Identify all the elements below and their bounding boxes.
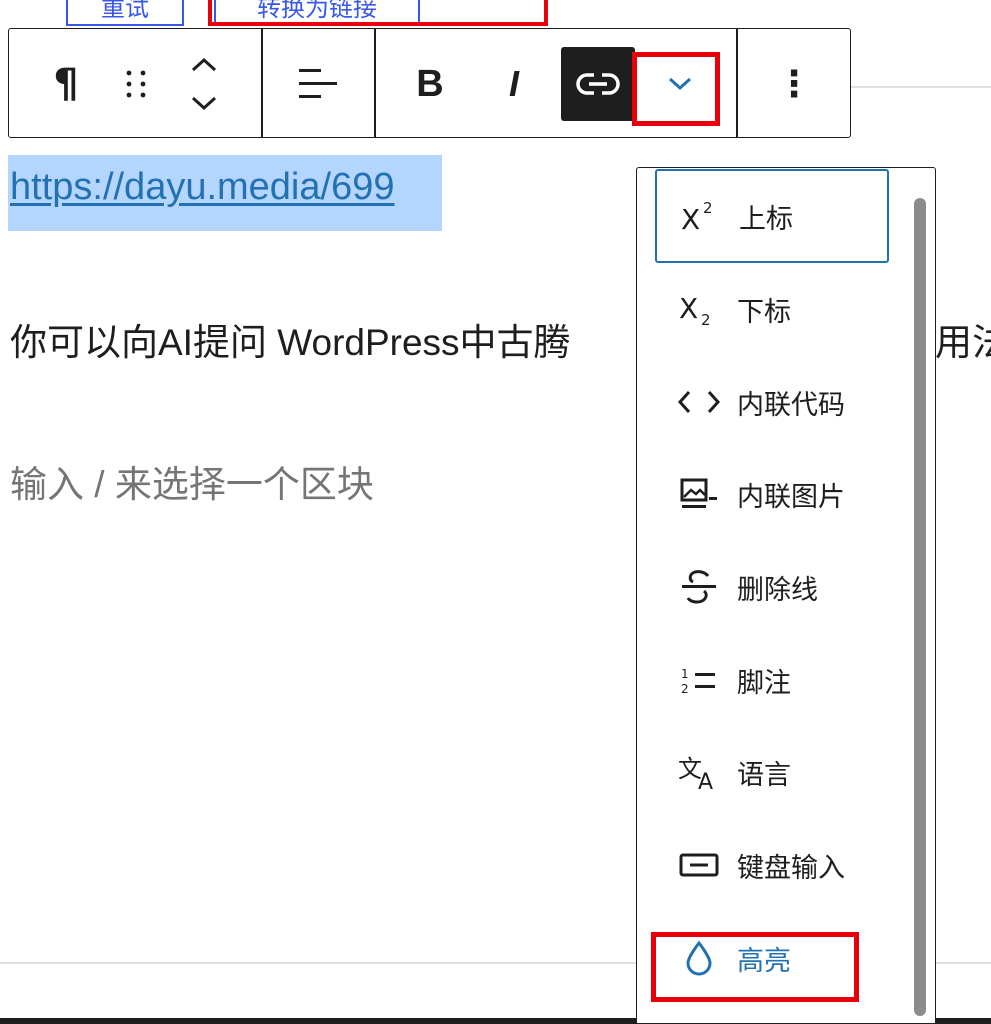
menu-item-footnote[interactable]: 1 2 脚注 xyxy=(655,633,889,727)
menu-item-label: 键盘输入 xyxy=(737,852,845,884)
retry-button[interactable]: 重试 xyxy=(66,0,184,26)
annotation-red-frame xyxy=(208,0,548,26)
bold-icon: B xyxy=(416,62,444,105)
bold-button[interactable]: B xyxy=(393,47,467,121)
block-toolbar: ¶ B I ⋮ xyxy=(8,28,851,138)
menu-item-superscript[interactable]: X 2 上标 xyxy=(655,169,889,263)
code-icon xyxy=(667,387,731,417)
drag-icon xyxy=(126,70,146,98)
divider xyxy=(851,86,991,88)
svg-text:1: 1 xyxy=(681,667,689,681)
link-text[interactable]: https://dayu.media/699 xyxy=(10,166,394,209)
link-button[interactable] xyxy=(561,47,635,121)
menu-item-label: 内联图片 xyxy=(737,481,845,513)
block-placeholder[interactable]: 输入 / 来选择一个区块 xyxy=(10,454,374,508)
menu-item-label: 内联代码 xyxy=(737,389,845,421)
paragraph-text[interactable]: 你可以向AI提问 WordPress中古腾 xyxy=(10,312,571,366)
menu-item-label: 语言 xyxy=(737,759,791,791)
menu-item-label: 脚注 xyxy=(737,667,791,699)
top-button-strip: 重试 转换为链接 xyxy=(0,0,991,28)
menu-item-subscript[interactable]: X 2 下标 xyxy=(655,262,889,356)
superscript-icon: X 2 xyxy=(669,199,733,233)
svg-text:X: X xyxy=(679,292,698,325)
options-button[interactable]: ⋮ xyxy=(757,47,831,121)
paragraph-icon: ¶ xyxy=(53,61,79,107)
menu-item-label: 删除线 xyxy=(737,574,818,606)
menu-item-inline-code[interactable]: 内联代码 xyxy=(655,355,889,449)
move-up-down-button[interactable] xyxy=(169,47,239,121)
menu-item-keyboard-input[interactable]: 键盘输入 xyxy=(655,818,889,912)
svg-text:2: 2 xyxy=(701,311,711,326)
menu-item-label: 下标 xyxy=(737,296,791,328)
align-left-icon xyxy=(299,69,337,98)
toolbar-separator xyxy=(736,29,738,137)
svg-text:2: 2 xyxy=(703,199,713,217)
svg-text:X: X xyxy=(681,203,700,233)
menu-item-strikethrough[interactable]: 删除线 xyxy=(655,540,889,634)
menu-item-label: 上标 xyxy=(739,203,793,235)
menu-item-language[interactable]: 文 A 语言 xyxy=(655,725,889,819)
keyboard-input-icon xyxy=(667,850,731,880)
drag-handle[interactable] xyxy=(101,47,171,121)
footnote-icon: 1 2 xyxy=(667,663,731,697)
link-icon xyxy=(576,73,620,95)
toolbar-separator xyxy=(374,29,376,137)
chevron-up-down-icon xyxy=(191,57,217,111)
italic-button[interactable]: I xyxy=(477,47,551,121)
paragraph-block-button[interactable]: ¶ xyxy=(29,47,103,121)
svg-text:2: 2 xyxy=(681,682,689,696)
italic-icon: I xyxy=(508,63,519,104)
strikethrough-icon xyxy=(667,569,731,605)
annotation-red-frame xyxy=(632,52,720,126)
paragraph-text-tail[interactable]: 用法 xyxy=(935,312,991,366)
more-vertical-icon: ⋮ xyxy=(776,63,812,105)
inline-image-icon xyxy=(667,477,731,511)
align-button[interactable] xyxy=(281,47,355,121)
subscript-icon: X 2 xyxy=(667,292,731,326)
annotation-red-frame xyxy=(651,932,859,1002)
scrollbar-thumb[interactable] xyxy=(914,198,926,1016)
svg-text:A: A xyxy=(698,770,713,791)
toolbar-separator xyxy=(261,29,263,137)
menu-item-inline-image[interactable]: 内联图片 xyxy=(655,447,889,541)
language-icon: 文 A xyxy=(667,753,731,791)
